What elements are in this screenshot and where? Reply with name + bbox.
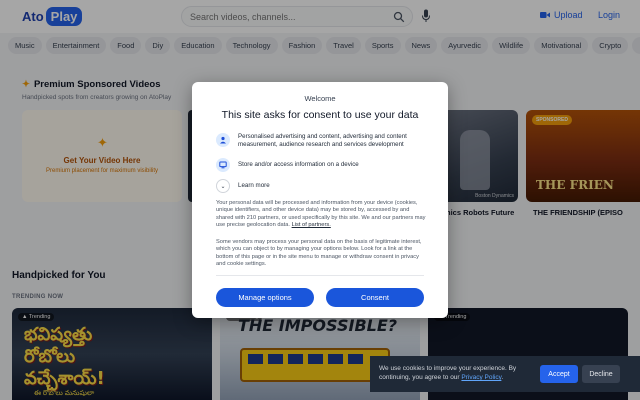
consent-button[interactable]: Consent [326,288,424,307]
consent-welcome: Welcome [304,94,336,103]
partners-link[interactable]: List of partners. [292,222,331,228]
person-icon [216,133,230,147]
consent-paragraph-2: Some vendors may process your personal d… [216,239,422,268]
consent-purpose-storage: Store and/or access information on a dev… [216,158,438,172]
consent-purpose-text: Personalised advertising and content, ad… [238,133,407,148]
cookie-banner: We use cookies to improve your experienc… [370,356,640,392]
cookie-decline-button[interactable]: Decline [582,365,620,383]
learn-more-label: Learn more [238,182,270,189]
device-icon [216,158,230,172]
cookie-accept-button[interactable]: Accept [540,365,578,383]
learn-more-toggle[interactable]: ⌄ Learn more [216,179,438,193]
cookie-text: We use cookies to improve your experienc… [379,365,517,381]
manage-options-button[interactable]: Manage options [216,288,314,307]
consent-dialog: Welcome This site asks for consent to us… [192,82,448,318]
consent-paragraph-1: Your personal data will be processed and… [216,200,426,229]
consent-title: This site asks for consent to use your d… [221,109,419,121]
consent-purpose-advertising: Personalised advertising and content, ad… [216,133,438,149]
chevron-down-icon: ⌄ [216,179,230,193]
consent-purpose-text: Store and/or access information on a dev… [238,161,359,168]
divider [216,275,424,276]
privacy-policy-link[interactable]: Privacy Policy [461,374,501,381]
